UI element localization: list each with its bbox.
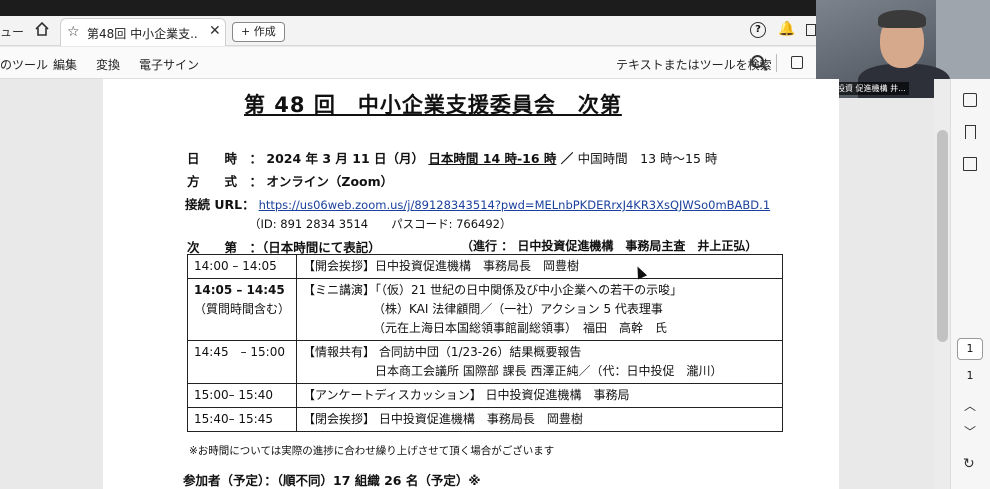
chevron-down-icon[interactable]: ﹀ [951, 423, 989, 440]
zoom-link[interactable]: https://us06web.zoom.us/j/89128343514?pw… [259, 198, 771, 212]
comment-icon[interactable] [963, 93, 977, 107]
menu-edit[interactable]: 編集 [53, 56, 77, 73]
date-value: 2024 年 3 月 11 日（月） [266, 151, 425, 166]
table-row: 14:05 – 14:45 （質問時間含む） 【ミニ講演】「（仮）21 世紀の日… [186, 278, 783, 341]
url-row: 接続 URL： https://us06web.zoom.us/j/891283… [185, 194, 770, 213]
menu-esign[interactable]: 電子サイン [139, 56, 199, 73]
schedule-item: 【開会挨拶】日中投資促進機構 事務局長 岡豊樹 [296, 254, 783, 279]
menu-tools[interactable]: のツール [0, 56, 48, 73]
tool-search-field[interactable]: テキストまたはツールを検索 [616, 56, 772, 73]
schedule-item: 【情報共有】 合同訪中団（1/23-26）結果概要報告 [303, 345, 582, 359]
bell-icon[interactable]: 🔔 [778, 21, 795, 37]
chevron-up-icon[interactable]: ︿ [951, 397, 989, 414]
refresh-icon[interactable]: ↻ [963, 456, 975, 472]
document-page: 第 48 回 中小企業支援委員会 次第 日 時 ： 2024 年 3 月 11 … [103, 79, 839, 489]
previous-tab[interactable]: ュー [0, 23, 24, 40]
schedule-time: 14:05 – 14:45 [194, 283, 285, 297]
date-row: 日 時 ： 2024 年 3 月 11 日（月） 日本時間 14 時-16 時 … [187, 148, 717, 167]
schedule-time: 14:45 – 15:00 [186, 340, 298, 384]
url-label: 接続 URL： [185, 197, 255, 212]
reporter: 日本商工会議所 国際部 課長 西澤正純／（代：日中投促 瀧川） [375, 364, 723, 378]
page-number-input[interactable]: 1 [957, 338, 983, 360]
table-row: 15:40– 15:45 【閉会挨拶】 日中投資促進機構 事務局長 岡豊樹 [186, 407, 783, 432]
bookmark-icon[interactable] [965, 125, 976, 139]
schedule-time: 15:00– 15:40 [186, 383, 298, 408]
date-jp-time: 日本時間 14 時-16 時 [428, 151, 557, 166]
page-total: 1 [966, 369, 974, 382]
schedule-time-note: （質問時間含む） [194, 302, 291, 316]
table-row: 15:00– 15:40 【アンケートディスカッション】 日中投資促進機構 事務… [186, 383, 783, 408]
schedule-item: 【アンケートディスカッション】 日中投資促進機構 事務局 [296, 383, 783, 408]
right-side-rail: 1 1 ︿ ﹀ ↻ [950, 79, 990, 489]
method-label: 方 式 ： [187, 174, 263, 189]
schedule-item: 【ミニ講演】「（仮）21 世紀の日中関係及び中小企業への若干の示唆」 [303, 283, 683, 297]
new-create-button[interactable]: + 作成 [232, 22, 285, 42]
meeting-id: （ID: 891 2834 3514 パスコード: 766492） [249, 217, 512, 231]
document-title: 第 48 回 中小企業支援委員会 次第 [244, 93, 622, 117]
pages-icon[interactable] [963, 157, 977, 171]
date-cn-time: 中国時間 13 時〜15 時 [577, 151, 718, 166]
scrollbar-thumb[interactable] [937, 130, 948, 342]
schedule-time-cell: 14:05 – 14:45 （質問時間含む） [186, 278, 298, 341]
help-icon[interactable]: ? [750, 22, 766, 38]
speaker-affiliation: （株）KAI 法律顧問／（一社）アクション 5 代表理事 [373, 302, 663, 316]
participants: 参加者（予定）：（順不同）17 組織 26 名（予定）※ [183, 473, 481, 488]
schedule-note: ※お時間については実際の進捗に合わせ繰り上げさせて頂く場合がございます [189, 445, 555, 457]
save-icon[interactable] [791, 56, 803, 69]
method-value: オンライン（Zoom） [266, 174, 394, 189]
cam-person-hair [878, 10, 926, 28]
home-icon[interactable] [34, 21, 50, 37]
menu-convert[interactable]: 変換 [96, 56, 120, 73]
method-row: 方 式 ： オンライン（Zoom） [187, 171, 393, 190]
speaker-name: （元在上海日本国総領事館副総領事） 福田 高幹 氏 [373, 321, 668, 335]
toolbar-divider [776, 54, 777, 72]
tab-active-document[interactable]: ☆ 第48回 中小企業支... ✕ [60, 18, 226, 46]
date-label: 日 時 ： [187, 151, 263, 166]
date-sep: ／ [560, 151, 574, 166]
table-row: 14:00 – 14:05 【開会挨拶】日中投資促進機構 事務局長 岡豊樹 [186, 254, 783, 279]
close-icon[interactable]: ✕ [209, 23, 221, 39]
table-row: 14:45 – 15:00 【情報共有】 合同訪中団（1/23-26）結果概要報… [186, 340, 783, 384]
star-icon[interactable]: ☆ [67, 24, 80, 40]
schedule-item-cell: 【ミニ講演】「（仮）21 世紀の日中関係及び中小企業への若干の示唆」 （株）KA… [296, 278, 783, 341]
schedule-time: 15:40– 15:45 [186, 407, 298, 432]
schedule-table: 14:00 – 14:05 【開会挨拶】日中投資促進機構 事務局長 岡豊樹 14… [186, 254, 783, 432]
moderator: （進行 ： 日中投資促進機構 事務局主査 井上正弘） [461, 239, 758, 253]
schedule-item-cell: 【情報共有】 合同訪中団（1/23-26）結果概要報告 日本商工会議所 国際部 … [296, 340, 783, 384]
window-icon[interactable] [806, 24, 816, 36]
schedule-time: 14:00 – 14:05 [186, 254, 298, 279]
tab-title: 第48回 中小企業支... [87, 27, 199, 41]
search-icon[interactable] [751, 55, 764, 68]
schedule-item: 【閉会挨拶】 日中投資促進機構 事務局長 岡豊樹 [296, 407, 783, 432]
